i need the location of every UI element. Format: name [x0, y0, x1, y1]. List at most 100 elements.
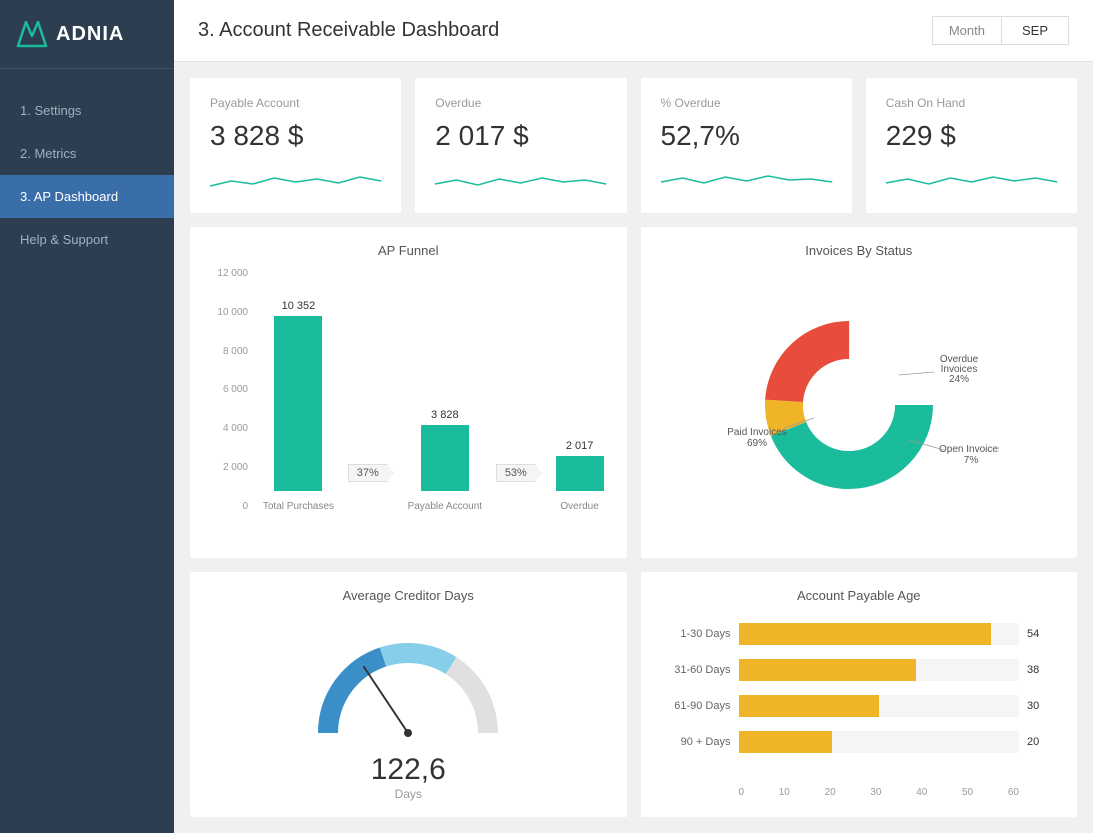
y-label-8000: 8 000: [223, 346, 248, 357]
hbar-label-1: 31-60 Days: [667, 664, 731, 676]
bar-overdue: [556, 456, 604, 491]
x-tick-60: 60: [1008, 787, 1019, 798]
y-label-10000: 10 000: [217, 307, 248, 318]
kpi-value-pct-overdue: 52,7%: [661, 120, 832, 152]
bar-xlabel-payable-account: Payable Account: [408, 501, 483, 512]
hbar-num-2: 30: [1027, 700, 1051, 712]
kpi-label-payable-account: Payable Account: [210, 96, 381, 110]
avg-creditor-title: Average Creditor Days: [206, 588, 611, 603]
x-tick-30: 30: [870, 787, 881, 798]
label-paid-pct: 69%: [747, 438, 767, 449]
bar-val-overdue: 2 017: [566, 440, 594, 452]
kpi-value-overdue: 2 017 $: [435, 120, 606, 152]
y-label-2000: 2 000: [223, 462, 248, 473]
x-tick-0: 0: [739, 787, 745, 798]
x-tick-50: 50: [962, 787, 973, 798]
bottom-charts-row: Average Creditor Days: [190, 572, 1077, 817]
month-value[interactable]: SEP: [1001, 16, 1069, 45]
gauge-needle: [364, 667, 408, 733]
ap-funnel-card: AP Funnel 12 000 10 000 8 000 6 000 4 00…: [190, 227, 627, 558]
sparkline-cash-on-hand: [886, 166, 1057, 196]
kpi-label-overdue: Overdue: [435, 96, 606, 110]
hbar-fill-3: [739, 731, 832, 753]
bar-chart-inner: 12 000 10 000 8 000 6 000 4 000 2 000 0 …: [206, 268, 611, 542]
page-title: 3. Account Receivable Dashboard: [198, 19, 499, 42]
middle-charts-row: AP Funnel 12 000 10 000 8 000 6 000 4 00…: [190, 227, 1077, 558]
month-label: Month: [932, 16, 1001, 45]
hbar-num-3: 20: [1027, 736, 1051, 748]
sidebar-item-ap-dashboard[interactable]: 3. AP Dashboard: [0, 175, 174, 218]
kpi-row: Payable Account 3 828 $ Overdue 2 017 $ …: [190, 78, 1077, 213]
bar-xlabel-overdue: Overdue: [560, 501, 598, 512]
hbar-track-0: [739, 623, 1020, 645]
invoices-by-status-card: Invoices By Status: [641, 227, 1078, 558]
kpi-card-payable-account: Payable Account 3 828 $: [190, 78, 401, 213]
hbar-fill-1: [739, 659, 917, 681]
hbar-row-1: 31-60 Days 38: [667, 659, 1052, 681]
hbar-row-3: 90 + Days 20: [667, 731, 1052, 753]
sidebar: ADNIA 1. Settings 2. Metrics 3. AP Dashb…: [0, 0, 174, 833]
y-label-0: 0: [242, 501, 248, 512]
hbar-num-0: 54: [1027, 628, 1051, 640]
hbar-num-1: 38: [1027, 664, 1051, 676]
sidebar-logo: ADNIA: [0, 0, 174, 69]
gauge-chart: [288, 623, 528, 753]
sparkline-payable-account: [210, 166, 381, 196]
logo-text: ADNIA: [56, 23, 124, 46]
hbar-track-1: [739, 659, 1020, 681]
x-tick-10: 10: [779, 787, 790, 798]
sidebar-item-metrics[interactable]: 2. Metrics: [0, 132, 174, 175]
bar-val-total-purchases: 10 352: [282, 300, 316, 312]
sparkline-pct-overdue: [661, 166, 832, 196]
hbar-row-2: 61-90 Days 30: [667, 695, 1052, 717]
invoices-by-status-title: Invoices By Status: [657, 243, 1062, 258]
hbar-x-axis: 0 10 20 30 40 50 60: [739, 787, 1052, 798]
arrow-53: 53%: [496, 268, 542, 512]
adnia-logo-icon: [16, 18, 48, 50]
bar-total-purchases: [274, 316, 322, 491]
bar-xlabel-total-purchases: Total Purchases: [263, 501, 334, 512]
gauge-pivot: [404, 729, 412, 737]
label-open-invoices: Open Invoices: [939, 444, 999, 455]
y-label-6000: 6 000: [223, 384, 248, 395]
donut-center: [803, 359, 895, 451]
sidebar-item-help-support[interactable]: Help & Support: [0, 218, 174, 261]
hbar-track-2: [739, 695, 1020, 717]
donut-area: Paid Invoices 69% Overdue Invoices 24% O…: [657, 268, 1062, 542]
kpi-card-overdue: Overdue 2 017 $: [415, 78, 626, 213]
hbar-fill-2: [739, 695, 879, 717]
x-tick-40: 40: [916, 787, 927, 798]
y-axis: 12 000 10 000 8 000 6 000 4 000 2 000 0: [206, 268, 254, 512]
y-label-4000: 4 000: [223, 423, 248, 434]
hbar-label-0: 1-30 Days: [667, 628, 731, 640]
bar-payable-account: [421, 425, 469, 491]
kpi-label-pct-overdue: % Overdue: [661, 96, 832, 110]
bar-val-payable-account: 3 828: [431, 409, 459, 421]
kpi-card-pct-overdue: % Overdue 52,7%: [641, 78, 852, 213]
hbar-label-3: 90 + Days: [667, 736, 731, 748]
bar-col-payable-account: 3 828 Payable Account: [408, 268, 483, 512]
ap-funnel-title: AP Funnel: [206, 243, 611, 258]
bar-col-total-purchases: 10 352 Total Purchases: [263, 268, 334, 512]
bar-col-overdue: 2 017 Overdue: [556, 268, 604, 512]
hbar-fill-0: [739, 623, 991, 645]
y-label-12000: 12 000: [217, 268, 248, 279]
sidebar-item-settings[interactable]: 1. Settings: [0, 89, 174, 132]
x-tick-20: 20: [825, 787, 836, 798]
top-bar: 3. Account Receivable Dashboard Month SE…: [174, 0, 1093, 62]
donut-chart: Paid Invoices 69% Overdue Invoices 24% O…: [719, 300, 999, 510]
arrow-37: 37%: [348, 268, 394, 512]
hbar-row-0: 1-30 Days 54: [667, 623, 1052, 645]
gauge-value: 122,6: [371, 753, 446, 787]
gauge-unit: Days: [395, 787, 422, 801]
label-overdue-pct: 24%: [949, 374, 969, 385]
arrow-label-37: 37%: [348, 464, 394, 482]
label-open-pct: 7%: [964, 455, 979, 466]
main-content: 3. Account Receivable Dashboard Month SE…: [174, 0, 1093, 833]
arrow-label-53: 53%: [496, 464, 542, 482]
month-selector: Month SEP: [932, 16, 1069, 45]
hbar-chart: 1-30 Days 54 31-60 Days 38: [667, 623, 1052, 787]
leader-overdue: [899, 372, 934, 375]
kpi-card-cash-on-hand: Cash On Hand 229 $: [866, 78, 1077, 213]
sidebar-nav: 1. Settings 2. Metrics 3. AP Dashboard H…: [0, 69, 174, 833]
